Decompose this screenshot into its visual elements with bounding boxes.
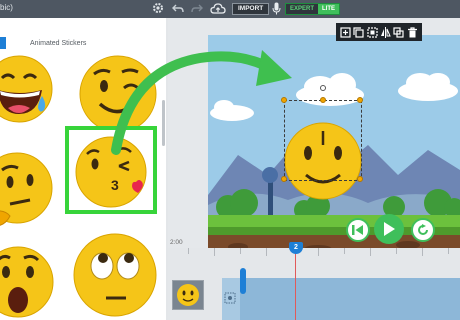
top-bar: bic) IMPORT EXPERT LITE (0, 0, 460, 18)
window-title: bic) (0, 3, 13, 12)
playhead-line (295, 248, 296, 320)
microphone-icon[interactable] (272, 2, 281, 15)
sticker-panel-scrollbar[interactable] (162, 100, 165, 146)
mode-lite-option[interactable]: LITE (318, 4, 340, 14)
group-icon[interactable] (367, 26, 378, 38)
step-back-icon (352, 225, 363, 235)
import-button[interactable]: IMPORT (232, 3, 270, 15)
shocked-emoji[interactable] (0, 244, 54, 320)
thumbnail-emoji (177, 284, 199, 306)
resize-handle[interactable] (281, 176, 287, 182)
delete-icon[interactable] (407, 26, 418, 38)
cloud-save-icon[interactable] (210, 2, 226, 15)
gear-icon[interactable] (152, 2, 164, 14)
undo-icon[interactable] (172, 3, 184, 14)
clip-in-marker[interactable] (240, 268, 246, 294)
motion-path-icon[interactable] (224, 292, 236, 304)
eyes-rolling-emoji[interactable] (72, 232, 158, 318)
timeline: 2:00 2 (168, 239, 460, 320)
mode-toggle[interactable]: EXPERT LITE (285, 3, 341, 15)
sticker-tab-indicator[interactable] (0, 37, 6, 49)
resize-handle[interactable] (281, 97, 287, 103)
send-back-icon[interactable] (353, 26, 365, 38)
kissing-wink-emoji[interactable]: 3 (65, 126, 157, 214)
thinking-emoji[interactable] (0, 150, 54, 230)
resize-handle[interactable] (320, 97, 326, 103)
replay-button[interactable] (411, 218, 435, 242)
mode-expert-option[interactable]: EXPERT (286, 4, 319, 14)
rotate-handle[interactable] (320, 85, 326, 91)
flip-icon[interactable] (380, 26, 391, 38)
clip-thumbnail[interactable] (172, 280, 204, 310)
sticker-panel-title: Animated Stickers (30, 40, 87, 47)
clip-track[interactable] (223, 278, 460, 320)
replay-icon (418, 224, 428, 235)
object-toolbar (336, 23, 422, 41)
timeline-start-time: 2:00 (170, 239, 183, 246)
video-editor-app: bic) IMPORT EXPERT LITE Animated Sticker… (0, 0, 460, 320)
step-back-button[interactable] (346, 218, 370, 242)
timeline-ruler[interactable]: 2:00 (168, 239, 460, 258)
resize-handle[interactable] (357, 176, 363, 182)
bring-front-icon[interactable] (340, 26, 351, 38)
resize-handle[interactable] (357, 97, 363, 103)
selection-box[interactable] (281, 85, 363, 182)
play-icon (384, 222, 395, 236)
winking-smile-emoji[interactable] (78, 54, 158, 134)
duplicate-icon[interactable] (393, 26, 405, 38)
redo-icon[interactable] (191, 3, 203, 14)
play-button[interactable] (374, 214, 404, 244)
laughing-tears-emoji[interactable] (0, 52, 54, 126)
svg-text:3: 3 (111, 177, 119, 193)
sticker-panel: Animated Stickers 3 (0, 18, 166, 320)
